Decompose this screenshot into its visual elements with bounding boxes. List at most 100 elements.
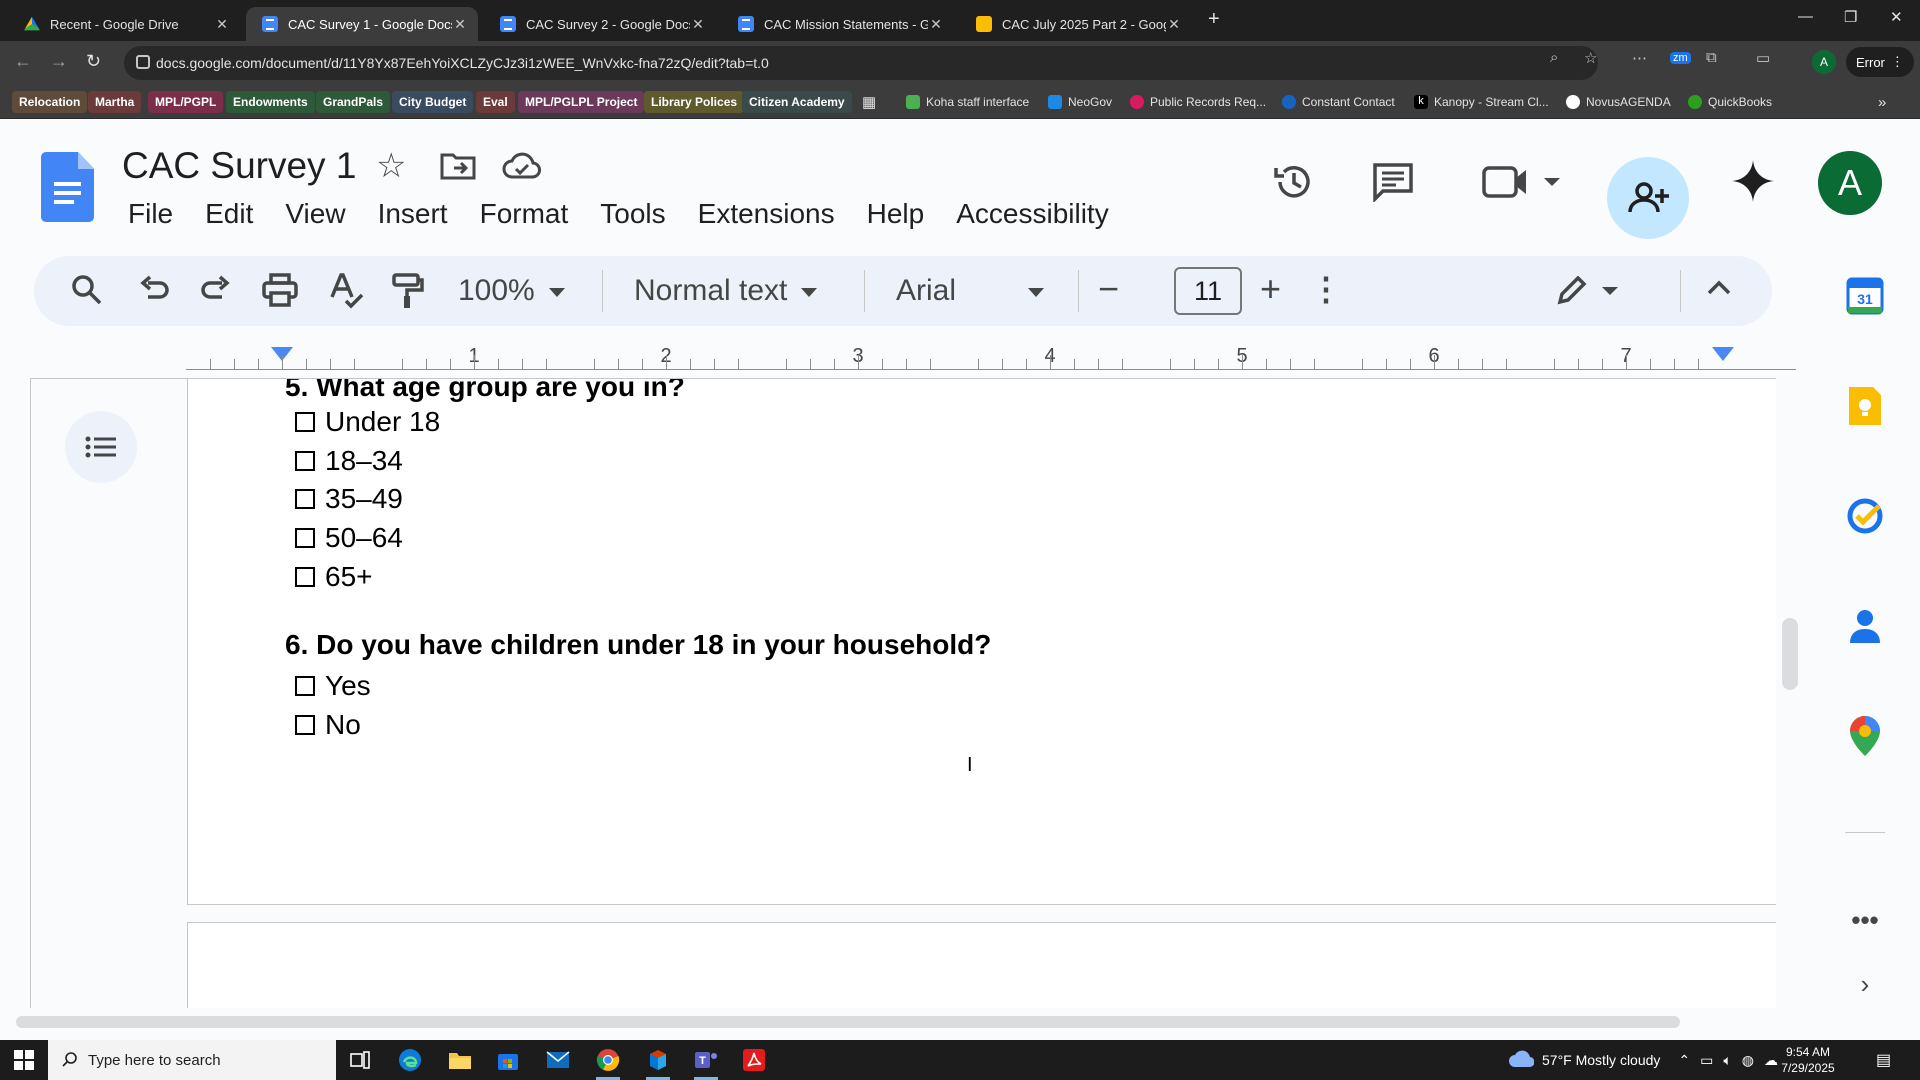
bookmark-relocation[interactable]: Relocation — [12, 91, 88, 113]
docs-logo-icon[interactable] — [41, 152, 94, 222]
hide-menus-chevron-up-icon[interactable] — [1706, 278, 1732, 301]
more-addons-icon[interactable]: ••• — [1845, 900, 1885, 940]
increase-font-size-button[interactable]: + — [1260, 268, 1281, 310]
side-panel-icon[interactable]: ▭ — [1756, 49, 1770, 67]
bookmark-mpl-pgpl[interactable]: MPL/PGPL — [148, 91, 224, 113]
mail-icon[interactable] — [538, 1044, 578, 1076]
print-icon[interactable] — [262, 273, 298, 312]
paragraph-style-select[interactable]: Normal text — [634, 274, 818, 308]
restore-button[interactable]: ❐ — [1844, 8, 1857, 26]
q5-option[interactable]: 18–34 — [295, 445, 403, 477]
microsoft-store-icon[interactable] — [488, 1044, 528, 1076]
tasks-icon[interactable] — [1845, 496, 1885, 536]
horizontal-scrollbar[interactable] — [16, 1016, 1680, 1028]
vertical-scrollbar-thumb[interactable] — [1782, 618, 1798, 690]
menu-extensions[interactable]: Extensions — [682, 194, 851, 234]
bookmark-martha[interactable]: Martha — [88, 91, 142, 113]
weather-text[interactable]: 57°F Mostly cloudy — [1542, 1052, 1660, 1068]
tab-cac-mission-statements[interactable]: CAC Mission Statements - Goo ✕ — [722, 7, 954, 41]
globe-icon[interactable]: ◍ — [1742, 1052, 1754, 1069]
extension-menu-icon[interactable]: ⋯ — [1632, 49, 1647, 67]
file-explorer-icon[interactable] — [440, 1044, 480, 1076]
minimize-button[interactable]: — — [1798, 8, 1813, 25]
undo-icon[interactable] — [138, 273, 170, 312]
bookmark-public-records[interactable]: Public Records Req... — [1126, 91, 1273, 113]
show-hidden-icons-chevron[interactable]: ⌃ — [1678, 1052, 1690, 1069]
font-select[interactable]: Arial — [896, 274, 1045, 308]
bookmark-quickbooks[interactable]: QuickBooks — [1684, 91, 1779, 113]
bookmark-endowments[interactable]: Endowments — [226, 91, 315, 113]
reload-icon[interactable]: ↻ — [86, 51, 101, 72]
q6-option[interactable]: Yes — [295, 670, 371, 702]
paint-format-icon[interactable] — [392, 273, 424, 314]
teams-icon[interactable]: T — [686, 1044, 726, 1080]
close-tab-icon[interactable]: ✕ — [690, 16, 706, 33]
version-history-icon[interactable] — [1272, 160, 1316, 209]
menu-help[interactable]: Help — [851, 194, 941, 234]
close-tab-icon[interactable]: ✕ — [214, 16, 230, 33]
microsoft-365-icon[interactable] — [638, 1044, 678, 1080]
bookmark-library-polices[interactable]: Library Polices — [644, 91, 745, 113]
star-icon[interactable]: ☆ — [376, 146, 406, 186]
profile-avatar[interactable]: A — [1812, 50, 1836, 74]
bookmark-constant-contact[interactable]: Constant Contact — [1278, 91, 1402, 113]
bookmark-star-icon[interactable]: ☆ — [1584, 49, 1597, 67]
address-bar[interactable]: docs.google.com/document/d/11Y8Yx87EehYo… — [124, 46, 1598, 80]
search-menus-icon[interactable] — [70, 273, 104, 312]
comments-icon[interactable] — [1372, 162, 1414, 207]
close-window-button[interactable]: ✕ — [1890, 8, 1903, 26]
volume-icon[interactable]: 🔈︎ — [1723, 1052, 1731, 1069]
q5-option[interactable]: 50–64 — [295, 522, 403, 554]
bookmark-koha[interactable]: Koha staff interface — [902, 91, 1036, 113]
keep-icon[interactable] — [1845, 386, 1885, 426]
meet-video-icon[interactable] — [1482, 164, 1562, 205]
bookmark-eval[interactable]: Eval — [476, 91, 515, 113]
document-canvas[interactable]: 5. What age group are you in? Under 18 1… — [30, 378, 1776, 1008]
task-view-icon[interactable] — [340, 1044, 380, 1076]
share-button[interactable] — [1607, 157, 1689, 239]
chrome-icon[interactable] — [588, 1044, 628, 1080]
bookmark-kanopy[interactable]: k Kanopy - Stream Cl... — [1410, 91, 1556, 113]
apps-grid-icon[interactable]: ▦ — [858, 91, 883, 113]
q5-option[interactable]: Under 18 — [295, 406, 440, 438]
tab-cac-survey-1[interactable]: CAC Survey 1 - Google Docs ✕ — [246, 7, 478, 41]
error-chip[interactable]: Error ⋮ — [1846, 47, 1914, 77]
close-tab-icon[interactable]: ✕ — [452, 16, 468, 33]
move-folder-icon[interactable] — [440, 150, 476, 185]
document-title[interactable]: CAC Survey 1 — [122, 145, 356, 187]
q5-option[interactable]: 65+ — [295, 561, 373, 593]
decrease-font-size-button[interactable]: − — [1098, 268, 1119, 310]
edge-icon[interactable] — [390, 1044, 430, 1076]
menu-view[interactable]: View — [269, 194, 361, 234]
horizontal-ruler[interactable]: 1 2 3 4 5 6 7 — [186, 345, 1796, 377]
editing-mode-icon[interactable] — [1556, 275, 1620, 311]
menu-format[interactable]: Format — [464, 194, 585, 234]
maps-icon[interactable] — [1845, 716, 1885, 756]
more-options-icon[interactable]: ⋮ — [1310, 270, 1342, 308]
calendar-icon[interactable]: 31 — [1845, 276, 1885, 316]
menu-file[interactable]: File — [112, 194, 189, 234]
document-page[interactable] — [187, 922, 1776, 1008]
q5-option[interactable]: 35–49 — [295, 483, 403, 515]
menu-edit[interactable]: Edit — [189, 194, 269, 234]
contacts-icon[interactable] — [1845, 606, 1885, 646]
zoom-icon[interactable]: ⌕ — [1550, 49, 1558, 66]
site-info-icon[interactable] — [136, 55, 150, 69]
notifications-icon[interactable]: ▤ — [1876, 1050, 1891, 1070]
spelling-check-icon[interactable] — [330, 273, 364, 314]
back-icon[interactable]: ← — [14, 51, 32, 72]
taskbar-search-box[interactable]: Type here to search — [48, 1040, 336, 1080]
bookmark-citizen-academy[interactable]: Citizen Academy — [742, 91, 852, 113]
question-6-heading[interactable]: 6. Do you have children under 18 in your… — [285, 629, 991, 661]
redo-icon[interactable] — [200, 273, 232, 312]
forward-icon[interactable]: → — [50, 51, 68, 72]
expand-side-panel-icon[interactable]: › — [1845, 964, 1885, 1004]
document-outline-button[interactable] — [65, 411, 137, 483]
close-tab-icon[interactable]: ✕ — [1166, 16, 1182, 33]
taskbar-clock[interactable]: 9:54 AM 7/29/2025 — [1760, 1044, 1856, 1076]
bookmark-neogov[interactable]: NeoGov — [1044, 91, 1119, 113]
bookmark-city-budget[interactable]: City Budget — [392, 91, 474, 113]
right-indent-marker[interactable] — [1712, 347, 1734, 361]
menu-tools[interactable]: Tools — [584, 194, 681, 234]
account-avatar[interactable]: A — [1818, 151, 1882, 215]
